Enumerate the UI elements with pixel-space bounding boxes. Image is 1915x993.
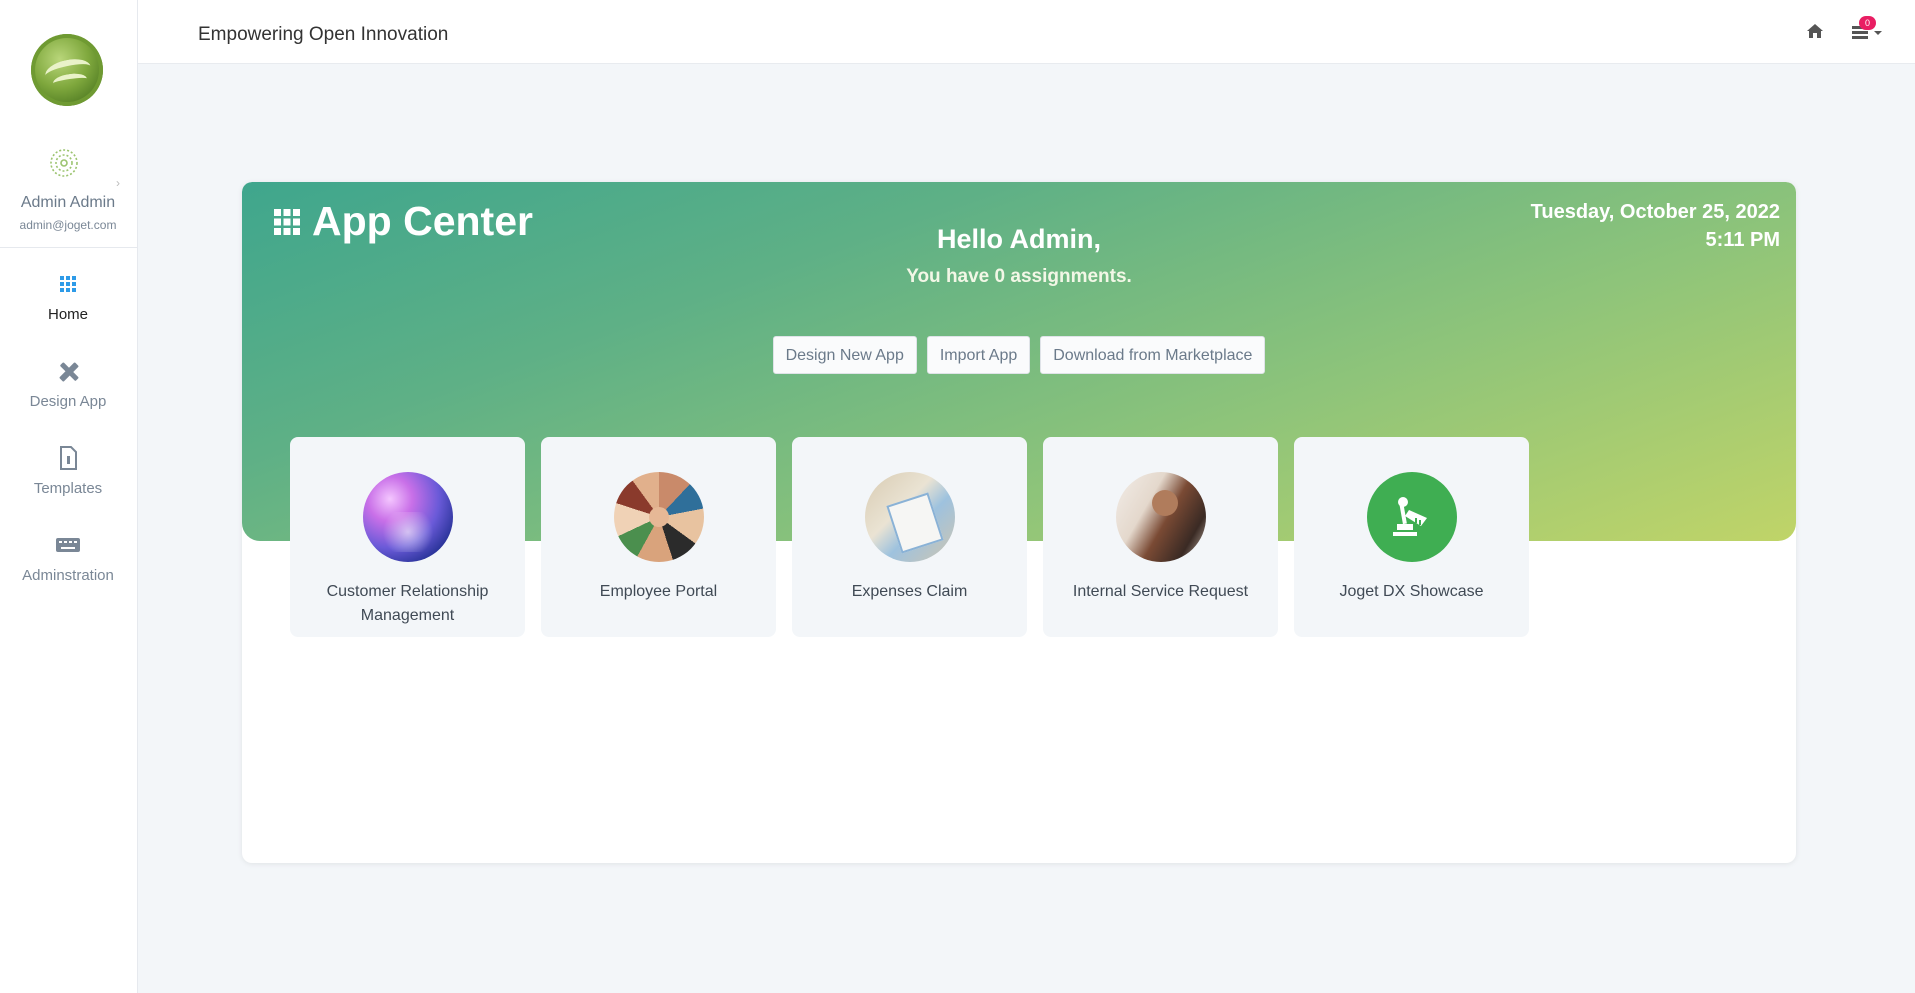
profile-chevron-icon[interactable]: ›: [116, 176, 120, 190]
download-marketplace-button[interactable]: Download from Marketplace: [1040, 336, 1266, 374]
sidebar-item-templates[interactable]: Templates: [0, 444, 136, 497]
app-thumbnail: [1115, 472, 1206, 562]
joget-logo[interactable]: [31, 34, 103, 106]
app-name: Internal Service Request: [1072, 583, 1249, 600]
sidebar-item-label: Design App: [29, 393, 107, 410]
app-thumbnail: [864, 472, 955, 562]
app-tile-crm[interactable]: Customer Relationship Management: [290, 437, 525, 637]
app-actions: Design New App Import App Download from …: [242, 336, 1796, 374]
app-thumbnail: [1366, 472, 1457, 562]
app-tile-expenses-claim[interactable]: Expenses Claim: [792, 437, 1027, 637]
user-name: Admin Admin: [20, 194, 116, 211]
design-new-app-button[interactable]: Design New App: [772, 336, 917, 374]
sidebar: › Admin Admin admin@joget.com Home Desig…: [0, 0, 138, 993]
grid-icon: [60, 276, 76, 292]
app-tile-internal-service-request[interactable]: Internal Service Request: [1043, 437, 1278, 637]
assignments-text[interactable]: You have 0 assignments.: [242, 266, 1796, 288]
sidebar-divider: [0, 247, 137, 248]
file-icon: [60, 446, 77, 470]
sidebar-item-administration[interactable]: Adminstration: [0, 531, 136, 584]
app-tile-employee-portal[interactable]: Employee Portal: [541, 437, 776, 637]
app-name: Joget DX Showcase: [1339, 583, 1484, 600]
app-name: Employee Portal: [599, 583, 718, 600]
home-icon[interactable]: [1806, 22, 1824, 40]
desk-lamp-icon: [1392, 497, 1427, 536]
page-title: Empowering Open Innovation: [198, 24, 449, 45]
app-thumbnail: [362, 472, 453, 562]
app-name: Customer Relationship Management: [326, 583, 489, 624]
keyboard-icon: [56, 538, 80, 552]
top-bar: Empowering Open Innovation 0: [138, 0, 1915, 64]
app-list: Customer Relationship Management Employe…: [290, 437, 1529, 637]
inbox-count-badge: 0: [1859, 16, 1876, 30]
user-email: admin@joget.com: [19, 218, 117, 232]
app-thumbnail: [613, 472, 704, 562]
app-name: Expenses Claim: [851, 583, 968, 600]
sidebar-item-design-app[interactable]: Design App: [0, 357, 136, 410]
design-tools-icon: [59, 362, 79, 382]
app-center-card: App Center Tuesday, October 25, 2022 5:1…: [242, 182, 1796, 863]
app-tile-joget-dx-showcase[interactable]: Joget DX Showcase: [1294, 437, 1529, 637]
sidebar-item-label: Adminstration: [22, 567, 114, 584]
current-date: Tuesday, October 25, 2022: [1530, 201, 1780, 223]
import-app-button[interactable]: Import App: [926, 336, 1031, 374]
sidebar-item-label: Templates: [33, 480, 103, 497]
user-avatar-icon[interactable]: [48, 147, 80, 179]
sidebar-item-label: Home: [47, 306, 88, 323]
sidebar-item-home[interactable]: Home: [0, 270, 136, 323]
greeting: Hello Admin,: [936, 224, 1101, 254]
